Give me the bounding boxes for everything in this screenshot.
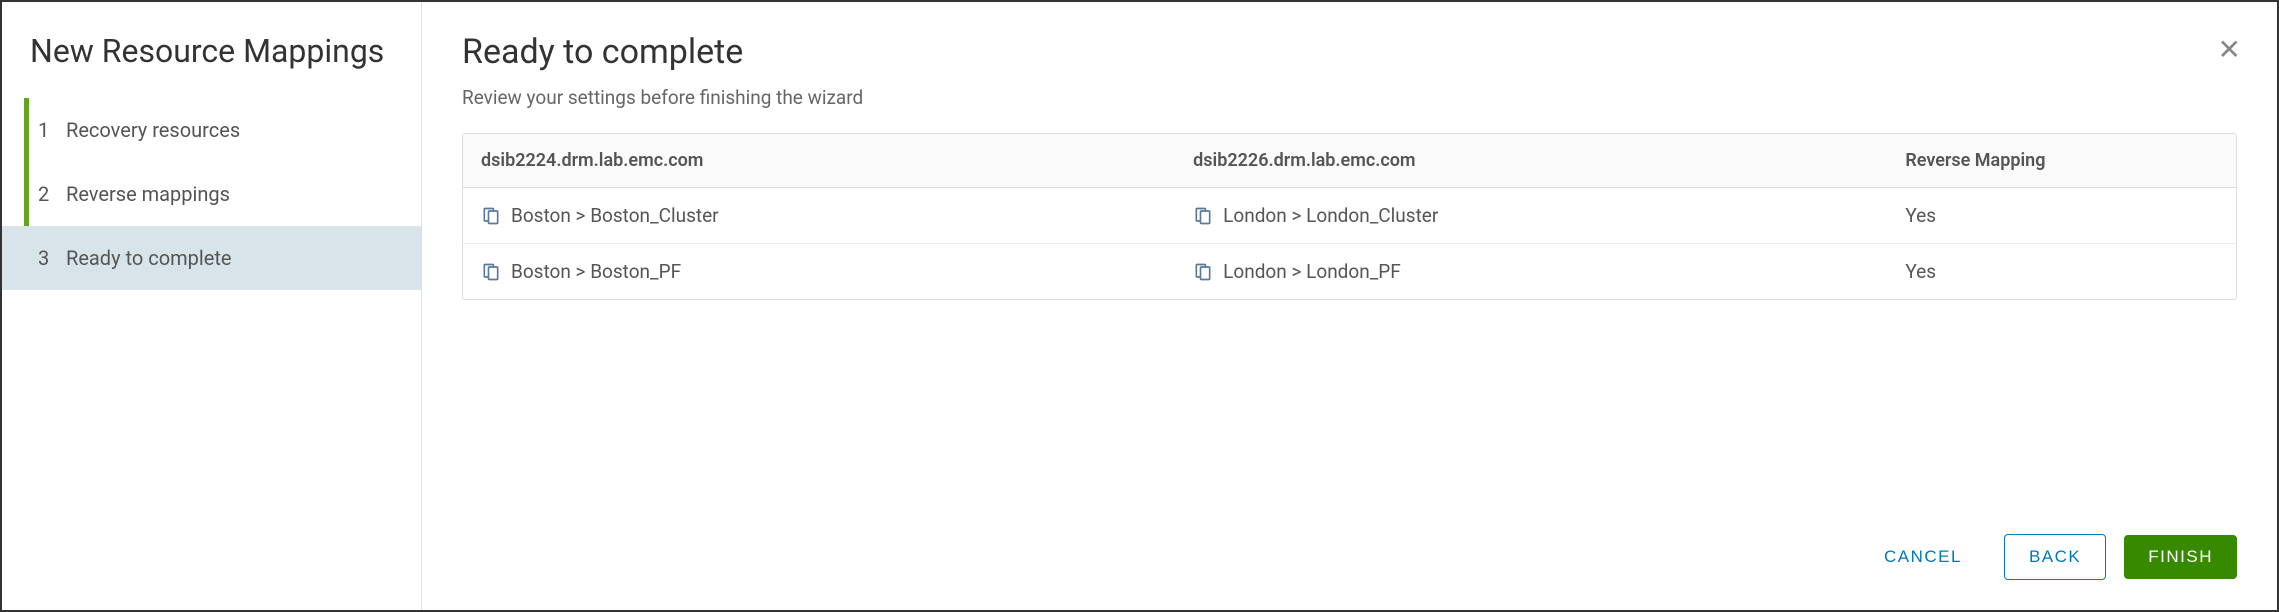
step-number: 2 <box>38 182 66 206</box>
resource-pool-icon <box>1193 206 1213 226</box>
column-header-source: dsib2224.drm.lab.emc.com <box>481 150 1193 171</box>
wizard-steps: 1 Recovery resources 2 Reverse mappings … <box>2 98 421 290</box>
target-path: London > London_PF <box>1223 260 1401 283</box>
finish-button[interactable]: FINISH <box>2124 535 2237 579</box>
page-title: Ready to complete <box>462 32 2237 72</box>
page-subtitle: Review your settings before finishing th… <box>462 86 2237 109</box>
column-header-target: dsib2226.drm.lab.emc.com <box>1193 150 1905 171</box>
cell-reverse: Yes <box>1905 204 2218 227</box>
wizard-sidebar: New Resource Mappings 1 Recovery resourc… <box>2 2 422 610</box>
target-path: London > London_Cluster <box>1223 204 1438 227</box>
step-label: Ready to complete <box>66 246 232 270</box>
wizard-footer: CANCEL BACK FINISH <box>462 504 2237 580</box>
column-header-reverse: Reverse Mapping <box>1905 150 2218 171</box>
cancel-button[interactable]: CANCEL <box>1860 535 1986 579</box>
cell-reverse: Yes <box>1905 260 2218 283</box>
resource-pool-icon <box>1193 262 1213 282</box>
cell-target: London > London_Cluster <box>1193 204 1905 227</box>
mappings-table: dsib2224.drm.lab.emc.com dsib2226.drm.la… <box>462 133 2237 300</box>
source-path: Boston > Boston_Cluster <box>511 204 719 227</box>
step-number: 1 <box>38 118 66 142</box>
close-icon[interactable]: ✕ <box>2218 36 2241 64</box>
wizard-title: New Resource Mappings <box>2 32 421 98</box>
resource-pool-icon <box>481 206 501 226</box>
cell-source: Boston > Boston_PF <box>481 260 1193 283</box>
table-row: Boston > Boston_PF London > London_PF Ye… <box>463 244 2236 299</box>
source-path: Boston > Boston_PF <box>511 260 681 283</box>
wizard-dialog: New Resource Mappings 1 Recovery resourc… <box>0 0 2279 612</box>
resource-pool-icon <box>481 262 501 282</box>
cell-target: London > London_PF <box>1193 260 1905 283</box>
table-header-row: dsib2224.drm.lab.emc.com dsib2226.drm.la… <box>463 134 2236 188</box>
back-button[interactable]: BACK <box>2004 534 2106 580</box>
table-row: Boston > Boston_Cluster London > London_… <box>463 188 2236 244</box>
step-label: Recovery resources <box>66 118 240 142</box>
cell-source: Boston > Boston_Cluster <box>481 204 1193 227</box>
step-ready-to-complete[interactable]: 3 Ready to complete <box>2 226 421 290</box>
step-label: Reverse mappings <box>66 182 230 206</box>
step-reverse-mappings[interactable]: 2 Reverse mappings <box>2 162 421 226</box>
wizard-main-panel: ✕ Ready to complete Review your settings… <box>422 2 2277 610</box>
step-recovery-resources[interactable]: 1 Recovery resources <box>2 98 421 162</box>
step-number: 3 <box>38 246 66 270</box>
